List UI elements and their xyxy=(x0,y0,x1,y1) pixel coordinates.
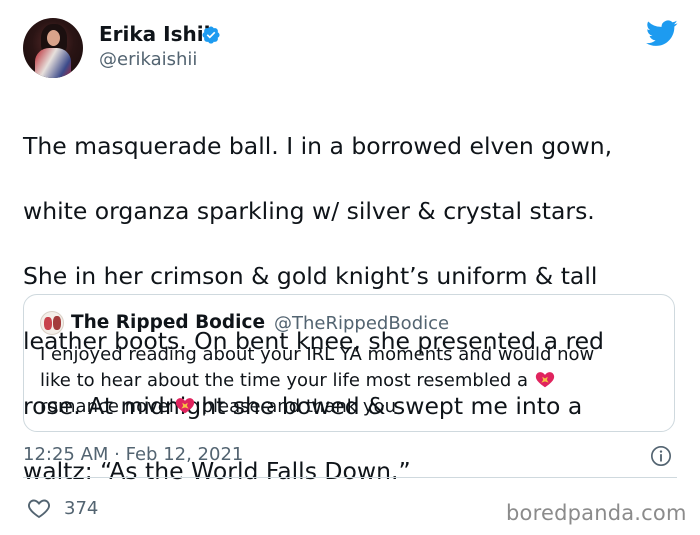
twitter-bird-icon[interactable] xyxy=(646,20,678,47)
tweet-timestamp[interactable]: 12:25 AM · Feb 12, 2021 xyxy=(23,444,243,465)
quoted-text-segment: I enjoyed reading about your IRL YA mome… xyxy=(40,344,595,365)
avatar-face xyxy=(47,30,60,46)
quoted-handle[interactable]: @TheRippedBodice xyxy=(274,313,449,334)
quoted-text-segment: please and thank you xyxy=(195,396,396,417)
author-handle[interactable]: @erikaishii xyxy=(99,49,197,70)
tweet-text-line: white organza sparkling w/ silver & crys… xyxy=(23,196,595,225)
watermark: boredpanda.com xyxy=(506,501,687,525)
quoted-tweet-text: I enjoyed reading about your IRL YA mome… xyxy=(40,342,660,420)
quoted-text-line: I enjoyed reading about your IRL YA mome… xyxy=(40,342,660,368)
quoted-tweet[interactable]: The Ripped Bodice @TheRippedBodice I enj… xyxy=(23,294,675,432)
heart-with-ribbon-icon xyxy=(175,398,194,414)
avatar-outfit xyxy=(35,48,71,78)
tweet-text-line: She in her crimson & gold knight’s unifo… xyxy=(23,261,598,290)
quoted-avatar[interactable] xyxy=(40,311,64,335)
quoted-text-line: romance novel please and thank you xyxy=(40,394,660,420)
divider xyxy=(23,477,677,478)
author-display-name[interactable]: Erika Ishii xyxy=(99,22,210,46)
quoted-text-line: like to hear about the time your life mo… xyxy=(40,368,660,394)
heart-outline-icon[interactable] xyxy=(27,497,51,519)
quoted-avatar-figure xyxy=(44,317,52,330)
info-icon[interactable] xyxy=(650,445,672,467)
quoted-avatar-figure xyxy=(53,316,61,330)
quoted-text-segment: like to hear about the time your life mo… xyxy=(40,370,534,391)
avatar[interactable] xyxy=(23,18,83,78)
quoted-text-segment: romance novel xyxy=(40,396,174,417)
verified-badge-icon xyxy=(202,26,220,44)
tweet-text-line: The masquerade ball. I in a borrowed elv… xyxy=(23,131,613,160)
quoted-display-name[interactable]: The Ripped Bodice xyxy=(71,312,265,333)
heart-with-ribbon-icon xyxy=(535,372,554,388)
like-count[interactable]: 374 xyxy=(64,498,98,519)
